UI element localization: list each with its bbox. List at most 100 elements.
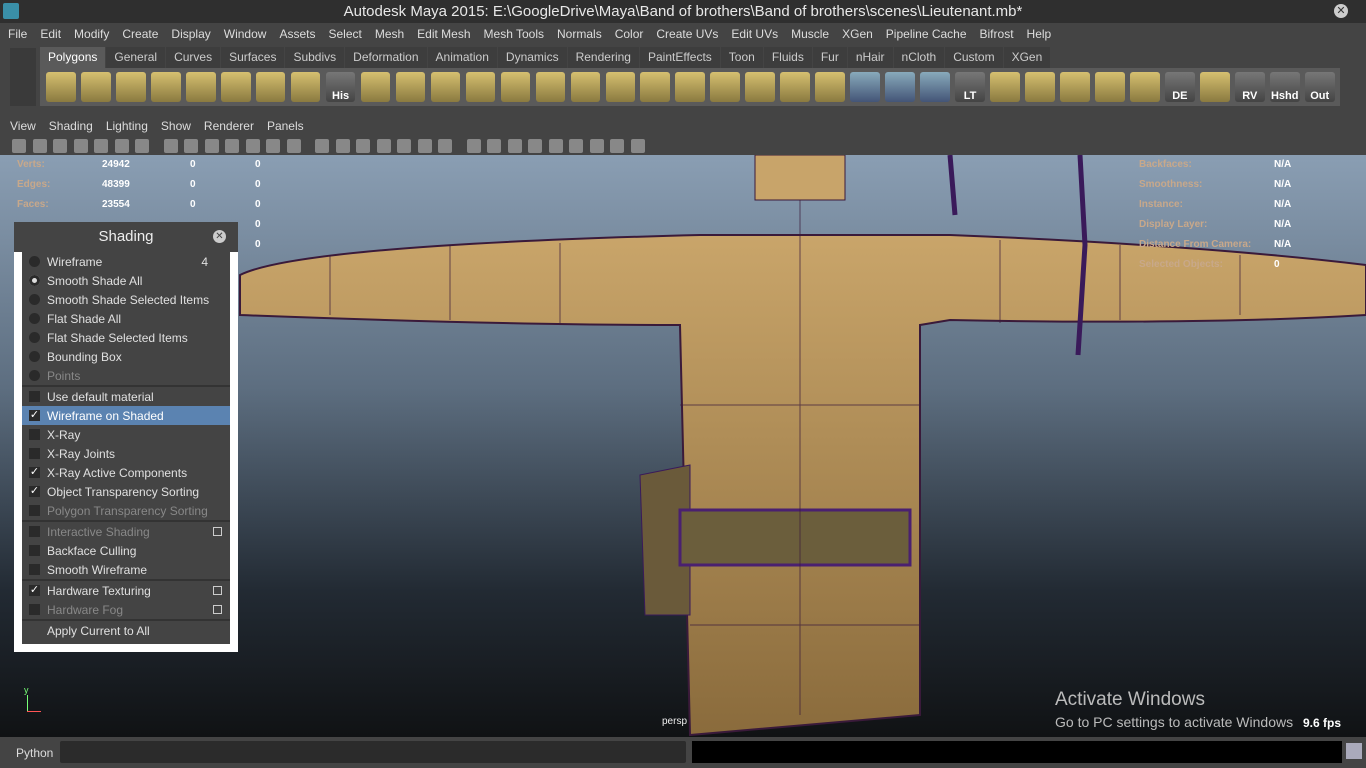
shading-item-wireframe[interactable]: Wireframe 4 (22, 252, 230, 271)
shelf-tool-button[interactable] (395, 72, 426, 102)
tab-general[interactable]: General (106, 47, 166, 68)
shelf-tool-button[interactable] (360, 72, 391, 102)
shelf-tool-button[interactable] (430, 72, 461, 102)
shelf-tool-button[interactable] (535, 72, 566, 102)
panel-tool-icon[interactable] (73, 138, 88, 153)
tab-animation[interactable]: Animation (427, 47, 497, 68)
shelf-tool-button[interactable] (920, 72, 950, 102)
panel-tool-icon[interactable] (266, 138, 280, 153)
shelf-tool-button[interactable] (850, 72, 880, 102)
shelf-tool-button[interactable] (1025, 72, 1055, 102)
shelf-rv-button[interactable]: RV (1234, 72, 1265, 102)
menu-create-uvs[interactable]: Create UVs (656, 27, 718, 41)
command-language-toggle[interactable]: Python (16, 746, 53, 760)
shading-item-smooth-shade-selected-items[interactable]: Smooth Shade Selected Items (22, 290, 230, 309)
shelf-tool-button[interactable] (465, 72, 496, 102)
tab-deformation[interactable]: Deformation (345, 47, 427, 68)
shading-item-object-transparency-sorting[interactable]: ✓ Object Transparency Sorting (22, 482, 230, 501)
panel-tool-icon[interactable] (438, 138, 452, 153)
panel-tool-icon[interactable] (225, 138, 239, 153)
radio-icon[interactable] (29, 294, 40, 305)
checkbox-icon[interactable] (29, 604, 40, 615)
radio-icon[interactable] (29, 256, 40, 267)
shelf-tool-button[interactable] (150, 72, 181, 102)
shelf-options-handle[interactable] (10, 48, 36, 106)
shading-item-apply-current-to-all[interactable]: Apply Current to All (22, 621, 230, 640)
shelf-tool-button[interactable] (115, 72, 146, 102)
shading-item-smooth-shade-all[interactable]: Smooth Shade All (22, 271, 230, 290)
shelf-tool-button[interactable] (290, 72, 321, 102)
shading-item-x-ray-joints[interactable]: X-Ray Joints (22, 444, 230, 463)
shelf-tool-button[interactable] (46, 72, 76, 102)
tab-fluids[interactable]: Fluids (763, 47, 812, 68)
panel-tool-icon[interactable] (184, 138, 198, 153)
close-window-button[interactable]: ✕ (1334, 4, 1348, 18)
menu-file[interactable]: File (8, 27, 27, 41)
panel-tool-icon[interactable] (487, 138, 501, 153)
panel-menu-view[interactable]: View (10, 119, 36, 133)
panel-tool-icon[interactable] (135, 138, 149, 153)
shelf-tool-button[interactable] (815, 72, 845, 102)
panel-tool-icon[interactable] (589, 138, 604, 153)
menu-edit-uvs[interactable]: Edit UVs (731, 27, 778, 41)
checkbox-icon[interactable]: ✓ (29, 410, 40, 421)
menu-mesh-tools[interactable]: Mesh Tools (484, 27, 544, 41)
menu-muscle[interactable]: Muscle (791, 27, 829, 41)
shelf-tool-button[interactable] (710, 72, 741, 102)
shelf-tool-button[interactable] (605, 72, 636, 102)
shading-panel-header[interactable]: Shading ✕ (14, 222, 238, 252)
radio-icon[interactable] (29, 370, 40, 381)
panel-menu-shading[interactable]: Shading (49, 119, 93, 133)
menu-modify[interactable]: Modify (74, 27, 109, 41)
panel-tool-icon[interactable] (630, 138, 645, 153)
panel-menu-show[interactable]: Show (161, 119, 191, 133)
panel-tool-icon[interactable] (315, 138, 329, 153)
menu-select[interactable]: Select (328, 27, 361, 41)
shading-item-backface-culling[interactable]: Backface Culling (22, 541, 230, 560)
checkbox-icon[interactable] (29, 526, 40, 537)
menu-xgen[interactable]: XGen (842, 27, 873, 41)
panel-tool-icon[interactable] (356, 138, 370, 153)
shelf-hshd-button[interactable]: Hshd (1269, 72, 1300, 102)
shelf-tool-button[interactable] (185, 72, 216, 102)
tab-xgen[interactable]: XGen (1003, 47, 1051, 68)
shading-item-wireframe-on-shaded[interactable]: ✓ Wireframe on Shaded (22, 406, 230, 425)
shelf-tool-button[interactable] (885, 72, 915, 102)
shading-item-bounding-box[interactable]: Bounding Box (22, 347, 230, 366)
panel-tool-icon[interactable] (335, 138, 350, 153)
checkbox-icon[interactable] (29, 505, 40, 516)
panel-tool-icon[interactable] (417, 138, 432, 153)
tab-fur[interactable]: Fur (812, 47, 847, 68)
panel-tool-icon[interactable] (569, 138, 583, 153)
shelf-lt-button[interactable]: LT (955, 72, 985, 102)
menu-edit-mesh[interactable]: Edit Mesh (417, 27, 470, 41)
option-box-icon[interactable] (213, 527, 222, 536)
shelf-tool-button[interactable] (255, 72, 286, 102)
shading-item-x-ray[interactable]: X-Ray (22, 425, 230, 444)
shelf-his-button[interactable]: His (325, 72, 356, 102)
panel-menu-lighting[interactable]: Lighting (106, 119, 148, 133)
radio-icon[interactable] (29, 313, 40, 324)
panel-tool-icon[interactable] (466, 138, 481, 153)
checkbox-icon[interactable] (29, 429, 40, 440)
checkbox-icon[interactable] (29, 545, 40, 556)
option-box-icon[interactable] (213, 605, 222, 614)
panel-tool-icon[interactable] (548, 138, 563, 153)
tab-polygons[interactable]: Polygons (40, 47, 106, 68)
menu-display[interactable]: Display (171, 27, 210, 41)
shading-item-flat-shade-selected-items[interactable]: Flat Shade Selected Items (22, 328, 230, 347)
panel-tool-icon[interactable] (94, 138, 108, 153)
checkbox-icon[interactable]: ✓ (29, 486, 40, 497)
shading-item-flat-shade-all[interactable]: Flat Shade All (22, 309, 230, 328)
panel-tool-icon[interactable] (376, 138, 391, 153)
command-input[interactable] (60, 741, 686, 763)
tab-painteffects[interactable]: PaintEffects (639, 47, 720, 68)
shelf-tool-button[interactable] (80, 72, 111, 102)
shelf-tool-button[interactable] (1095, 72, 1125, 102)
menu-assets[interactable]: Assets (279, 27, 315, 41)
tab-curves[interactable]: Curves (166, 47, 221, 68)
checkbox-icon[interactable] (29, 448, 40, 459)
panel-tool-icon[interactable] (32, 138, 47, 153)
tab-custom[interactable]: Custom (945, 47, 1003, 68)
shading-item-use-default-material[interactable]: Use default material (22, 387, 230, 406)
